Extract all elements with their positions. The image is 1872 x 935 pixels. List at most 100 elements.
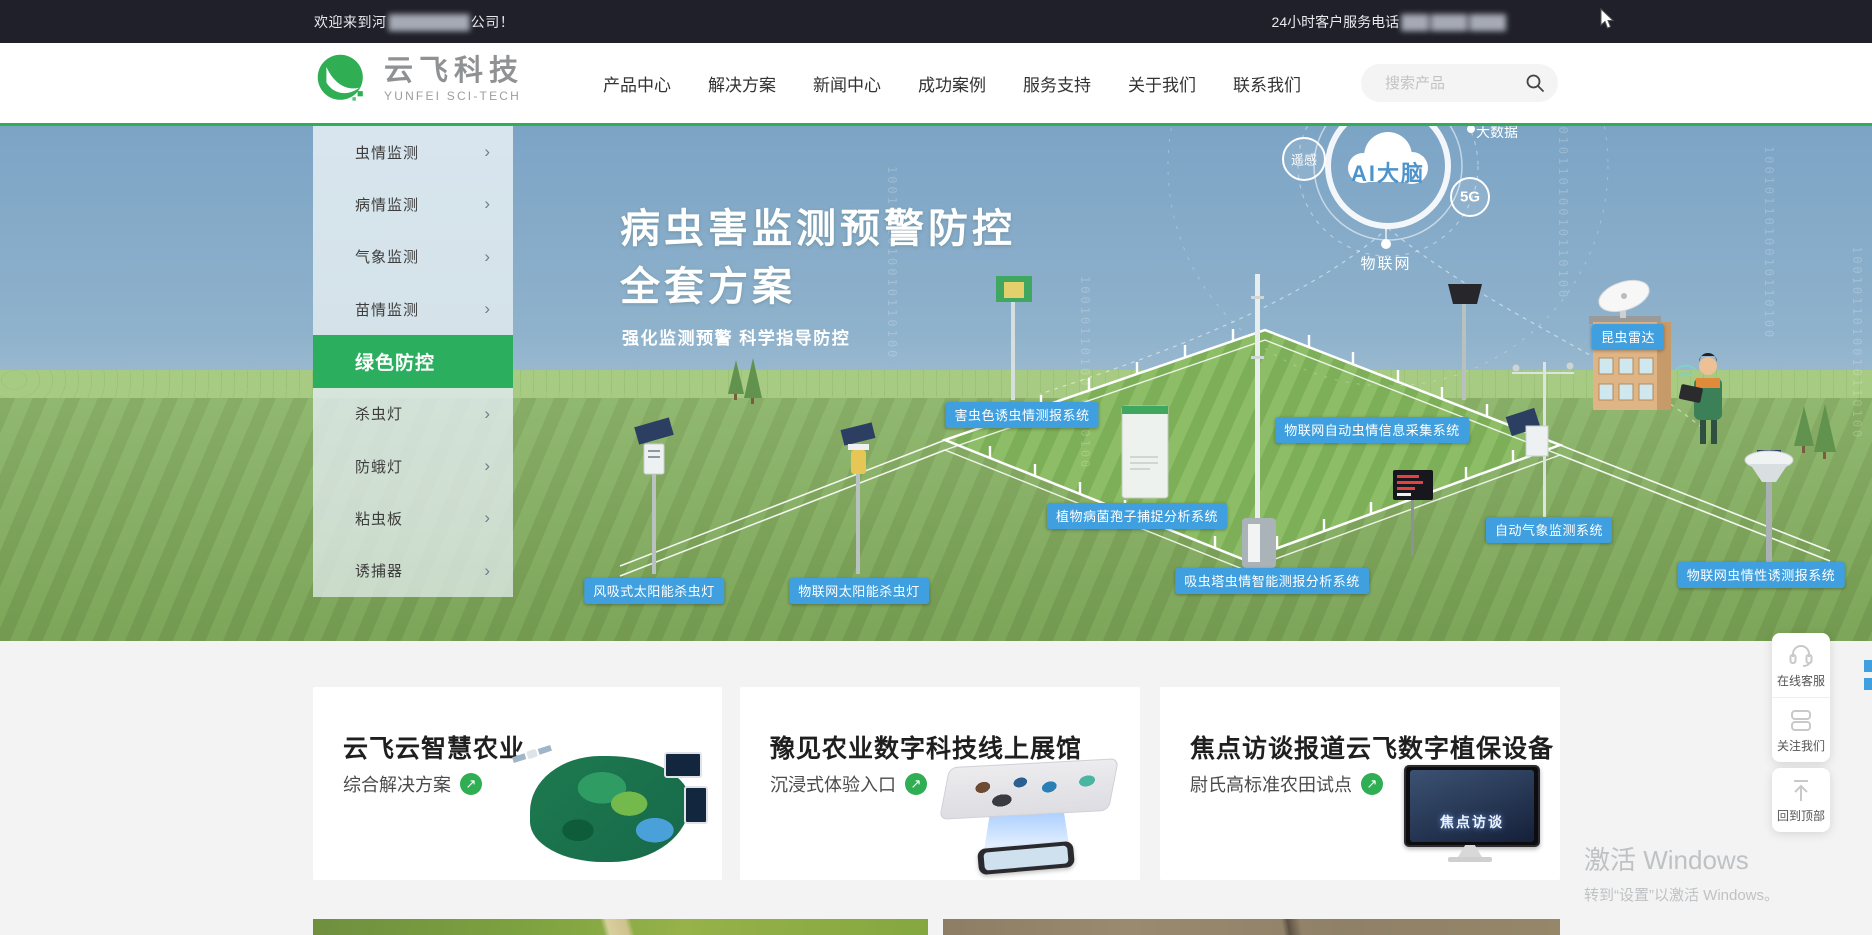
back-to-top-label: 回到顶部 [1777, 807, 1825, 824]
follow-us-label: 关注我们 [1777, 737, 1825, 754]
menu-item-insecticidal-lamp[interactable]: 杀虫灯 › [313, 388, 513, 440]
nav-item-products[interactable]: 产品中心 [603, 71, 671, 96]
card-tv-report[interactable]: 焦点访谈报道云飞数字植保设备 尉氏高标准农田试点 ↗ 焦点访谈 [1160, 687, 1560, 880]
page: 欢迎来到河 █████████ 公司！ 24小时客户服务电话 ███ ████ … [0, 0, 1872, 935]
card-subtitle: 沉浸式体验入口 [770, 771, 896, 797]
follow-qr-icon [1787, 707, 1815, 733]
device-label-suction-lamp: 风吸式太阳能杀虫灯 [584, 578, 724, 604]
menu-item-label: 粘虫板 [355, 508, 403, 529]
chevron-right-icon: › [484, 404, 491, 424]
ai-brain-label: AI大脑 [1351, 156, 1425, 188]
exhibition-illustration [926, 757, 1126, 869]
pheromone-trap-device [1745, 450, 1793, 574]
device-label-pheromone-trap: 物联网虫情性诱测报系统 [1678, 562, 1845, 588]
menu-item-label: 苗情监测 [355, 299, 419, 320]
arrow-link-icon[interactable]: ↗ [1361, 773, 1383, 795]
chevron-right-icon: › [484, 194, 491, 214]
binary-decoration: 1001011010010110100 [1762, 146, 1776, 340]
device-label-suction-tower: 吸虫塔虫情智能测报分析系统 [1175, 568, 1369, 594]
nav-item-support[interactable]: 服务支持 [1023, 71, 1091, 96]
product-mega-menu: 虫情监测 › 病情监测 › 气象监测 › 苗情监测 › 绿色防控 › 杀虫灯 ›… [313, 126, 513, 597]
hero-title-line1: 病虫害监测预警防控 [620, 196, 1016, 254]
search-icon[interactable] [1525, 73, 1545, 93]
card-subtitle-row: 综合解决方案 ↗ [343, 771, 482, 797]
iot-label: 物联网 [1360, 253, 1411, 274]
device-label-spore-analyzer: 植物病菌孢子捕捉分析系统 [1047, 503, 1227, 529]
scrollbar-marker[interactable] [1864, 678, 1872, 690]
menu-item-insect-monitoring[interactable]: 虫情监测 › [313, 126, 513, 178]
menu-item-seedling-monitoring[interactable]: 苗情监测 › [313, 283, 513, 335]
service-hotline-phone: ███ ████ ████ [1401, 14, 1505, 30]
card-subtitle: 尉氏高标准农田试点 [1190, 771, 1352, 797]
chevron-right-icon: › [484, 247, 491, 267]
dashboard-screen-shape [664, 752, 702, 778]
scrollbar-marker[interactable] [1864, 660, 1872, 672]
topbar: 欢迎来到河 █████████ 公司！ 24小时客户服务电话 ███ ████ … [0, 0, 1872, 43]
menu-item-label: 绿色防控 [355, 348, 435, 375]
device-label-color-trap: 害虫色诱虫情测报系统 [945, 402, 1098, 428]
card-title: 云飞云智慧农业 [343, 729, 525, 765]
mouse-cursor [1600, 8, 1616, 30]
windows-activation-watermark: 激活 Windows 转到“设置”以激活 Windows。 [1584, 840, 1779, 905]
service-hotline: 24小时客户服务电话 ███ ████ ████ [1272, 0, 1507, 43]
solar-killer-lamp-2 [841, 422, 876, 574]
device-label-insect-radar: 昆虫雷达 [1592, 324, 1664, 350]
chevron-right-icon: › [484, 299, 491, 319]
hero-title-line2: 全套方案 [620, 254, 796, 312]
exhibition-hall-shape [939, 758, 1119, 820]
logo-title: 云飞科技 [384, 56, 524, 86]
menu-item-trap[interactable]: 诱捕器 › [313, 545, 513, 597]
back-to-top-icon [1787, 777, 1815, 803]
floating-panel-top: 在线客服 关注我们 [1772, 633, 1830, 762]
watermark-line2: 转到“设置”以激活 Windows。 [1584, 884, 1779, 905]
menu-item-label: 病情监测 [355, 194, 419, 215]
menu-item-moth-lamp[interactable]: 防蛾灯 › [313, 440, 513, 492]
menu-item-weather-monitoring[interactable]: 气象监测 › [313, 231, 513, 283]
device-label-iot-lamp: 物联网太阳能杀虫灯 [789, 578, 929, 604]
arrow-link-icon[interactable]: ↗ [460, 773, 482, 795]
card-subtitle: 综合解决方案 [343, 771, 451, 797]
menu-item-sticky-board[interactable]: 粘虫板 › [313, 492, 513, 544]
online-service-button[interactable]: 在线客服 [1772, 633, 1830, 697]
phone-screen-shape [684, 786, 708, 824]
hero-subtitle: 强化监测预警 科学指导防控 [622, 324, 850, 349]
watermark-line1: 激活 Windows [1584, 840, 1779, 877]
binary-decoration: 1001011010010110100 [1850, 246, 1864, 440]
search-input[interactable] [1383, 74, 1517, 93]
nav-item-news[interactable]: 新闻中心 [813, 71, 881, 96]
service-hotline-label: 24小时客户服务电话 [1272, 12, 1400, 32]
nav-item-about[interactable]: 关于我们 [1128, 71, 1196, 96]
monitor-shape: 焦点访谈 [1404, 765, 1540, 847]
floating-panel-bottom: 回到顶部 [1772, 768, 1830, 832]
chevron-right-icon: › [484, 561, 491, 581]
card-online-exhibition[interactable]: 豫见农业数字科技线上展馆 沉浸式体验入口 ↗ [740, 687, 1140, 880]
remote-sensing-label: 遥感 [1291, 150, 1317, 169]
hero-banner: 1001011010010110100 1001011010010110100 … [0, 126, 1872, 641]
menu-item-label: 杀虫灯 [355, 403, 403, 424]
logo[interactable]: 云飞科技 YUNFEI SCI-TECH [316, 53, 524, 105]
menu-item-disease-monitoring[interactable]: 病情监测 › [313, 178, 513, 230]
nav-item-contact[interactable]: 联系我们 [1233, 71, 1301, 96]
card-smart-agriculture[interactable]: 云飞云智慧农业 综合解决方案 ↗ [313, 687, 722, 880]
tv-monitor-illustration: 焦点访谈 [1404, 765, 1538, 869]
follow-us-button[interactable]: 关注我们 [1772, 697, 1830, 762]
bottom-image-left [313, 919, 928, 935]
chevron-right-icon: › [484, 456, 491, 476]
color-trap-device [996, 276, 1032, 400]
smart-farm-illustration [512, 742, 702, 870]
nav-item-solutions[interactable]: 解决方案 [708, 71, 776, 96]
card-title: 焦点访谈报道云飞数字植保设备 [1190, 729, 1554, 765]
nav-item-cases[interactable]: 成功案例 [918, 71, 986, 96]
welcome-prefix: 欢迎来到河 [314, 12, 387, 32]
menu-item-label: 虫情监测 [355, 142, 419, 163]
menu-item-label: 气象监测 [355, 246, 419, 267]
spore-cabinet-device [1122, 406, 1168, 498]
menu-item-green-control[interactable]: 绿色防控 › [313, 335, 513, 387]
arrow-link-icon[interactable]: ↗ [905, 773, 927, 795]
back-to-top-button[interactable]: 回到顶部 [1772, 768, 1830, 832]
binary-decoration: 1001011010010110100 [1078, 276, 1092, 470]
welcome-redacted: █████████ [389, 14, 469, 30]
chevron-right-icon: › [484, 142, 491, 162]
device-label-iot-collector: 物联网自动虫情信息采集系统 [1275, 417, 1469, 443]
led-display [1393, 470, 1433, 556]
